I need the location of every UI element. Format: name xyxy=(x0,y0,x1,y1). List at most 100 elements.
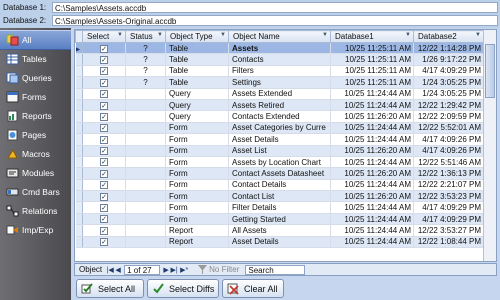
row-selector[interactable] xyxy=(75,122,83,135)
checkbox[interactable]: ✓ xyxy=(100,101,108,110)
row-selector[interactable] xyxy=(75,110,83,123)
select-checkbox[interactable]: ✓ xyxy=(82,53,126,66)
row-selector[interactable] xyxy=(75,213,83,226)
checkbox[interactable]: ✓ xyxy=(100,181,108,190)
checkbox[interactable]: ✓ xyxy=(100,215,108,224)
row-selector[interactable] xyxy=(75,145,83,157)
select-checkbox[interactable]: ✓ xyxy=(82,179,126,192)
checkbox[interactable]: ✓ xyxy=(100,44,108,53)
current-record-field[interactable]: 1 of 27 xyxy=(124,264,161,275)
sidebar-item-forms[interactable]: Forms xyxy=(0,87,71,107)
row-selector[interactable] xyxy=(75,190,83,203)
checkbox[interactable]: ✓ xyxy=(100,90,108,99)
table-row[interactable]: ✓ Report Asset Details 10/25 11:24:44 AM 12/… xyxy=(75,236,484,249)
row-selector[interactable]: ▶ xyxy=(75,42,83,55)
select-checkbox[interactable]: ✓ xyxy=(82,110,126,123)
row-selector[interactable] xyxy=(75,236,83,249)
select-all-button[interactable]: Select All xyxy=(76,279,144,298)
checkbox[interactable]: ✓ xyxy=(100,192,108,201)
select-checkbox[interactable]: ✓ xyxy=(82,213,126,226)
select-checkbox[interactable]: ✓ xyxy=(82,122,126,135)
checkbox[interactable]: ✓ xyxy=(100,238,108,247)
row-selector[interactable] xyxy=(75,167,83,180)
row-selector[interactable] xyxy=(75,53,83,66)
checkbox[interactable]: ✓ xyxy=(100,78,108,87)
row-selector[interactable] xyxy=(75,179,83,192)
table-row[interactable]: ✓? Table Contacts 10/25 11:25:11 AM 1/26 9:1… xyxy=(75,53,484,66)
row-selector[interactable] xyxy=(75,88,83,100)
sidebar-item-queries[interactable]: Queries xyxy=(0,68,71,88)
row-selector[interactable] xyxy=(75,156,83,169)
checkbox[interactable]: ✓ xyxy=(100,124,108,133)
table-row[interactable]: ✓ Report All Assets 10/25 11:24:44 AM 12/22 … xyxy=(75,224,484,237)
select-checkbox[interactable]: ✓ xyxy=(82,156,126,169)
select-checkbox[interactable]: ✓ xyxy=(82,42,126,55)
select-checkbox[interactable]: ✓ xyxy=(82,99,126,112)
table-row[interactable]: ✓ Form Contact Details 10/25 11:24:44 AM 12/… xyxy=(75,179,484,192)
select-checkbox[interactable]: ✓ xyxy=(82,145,126,157)
sidebar-item-modules[interactable]: Modules xyxy=(0,163,71,183)
checkbox[interactable]: ✓ xyxy=(100,135,108,144)
checkbox[interactable]: ✓ xyxy=(100,67,108,76)
select-checkbox[interactable]: ✓ xyxy=(82,190,126,203)
table-row[interactable]: ✓? Table Filters 10/25 11:25:11 AM 4/17 4:09… xyxy=(75,65,484,78)
column-header-object-type[interactable]: Object Type ▼ xyxy=(165,30,229,43)
checkbox[interactable]: ✓ xyxy=(100,169,108,178)
row-selector[interactable] xyxy=(75,201,83,214)
sidebar-item-tables[interactable]: Tables xyxy=(0,49,71,69)
table-row[interactable]: ✓ Form Assets by Location Chart 10/25 11:24… xyxy=(75,156,484,169)
sidebar-item-cmd-bars[interactable]: Cmd Bars xyxy=(0,182,71,202)
column-header-database2[interactable]: Database2 ▼ xyxy=(413,30,484,43)
checkbox[interactable]: ✓ xyxy=(100,204,108,213)
table-row[interactable]: ▶ ✓? Table Assets 10/25 11:25:11 AM 12/22 1:1… xyxy=(75,42,484,55)
table-row[interactable]: ✓? Table Settings 10/25 11:25:11 AM 1/24 3:0… xyxy=(75,76,484,89)
checkbox[interactable]: ✓ xyxy=(100,112,108,121)
search-input[interactable]: Search xyxy=(245,264,306,275)
first-record-button[interactable]: |◀ xyxy=(106,266,114,274)
vertical-scrollbar[interactable] xyxy=(483,30,496,261)
select-checkbox[interactable]: ✓ xyxy=(82,236,126,249)
sidebar-item-imp-exp[interactable]: Imp/Exp xyxy=(0,220,71,240)
select-checkbox[interactable]: ✓ xyxy=(82,88,126,100)
column-header-database1[interactable]: Database1 ▼ xyxy=(330,30,414,43)
checkbox[interactable]: ✓ xyxy=(100,158,108,167)
sidebar-item-relations[interactable]: Relations xyxy=(0,201,71,221)
new-record-button[interactable]: ▶* xyxy=(178,266,190,274)
select-checkbox[interactable]: ✓ xyxy=(82,133,126,146)
sidebar-item-macros[interactable]: Macros xyxy=(0,144,71,164)
column-header-object-name[interactable]: Object Name ▼ xyxy=(228,30,331,43)
column-header-select[interactable]: Select ▼ xyxy=(82,30,126,43)
checkbox[interactable]: ✓ xyxy=(100,147,108,156)
column-header-status[interactable]: Status ▼ xyxy=(125,30,166,43)
table-row[interactable]: ✓ Query Assets Extended 10/25 11:24:44 AM 1/… xyxy=(75,88,484,100)
select-checkbox[interactable]: ✓ xyxy=(82,76,126,89)
select-checkbox[interactable]: ✓ xyxy=(82,224,126,237)
next-record-button[interactable]: ▶ xyxy=(162,266,170,274)
previous-record-button[interactable]: ◀ xyxy=(114,266,122,274)
select-checkbox[interactable]: ✓ xyxy=(82,65,126,78)
database2-path-field[interactable]: C:\Samples\Assets-Original.accdb xyxy=(52,15,498,26)
row-selector[interactable] xyxy=(75,65,83,78)
table-row[interactable]: ✓ Form Getting Started 10/25 11:24:44 AM 4/1… xyxy=(75,213,484,226)
sidebar-item-all[interactable]: All xyxy=(0,30,71,50)
checkbox[interactable]: ✓ xyxy=(100,226,108,235)
row-selector[interactable] xyxy=(75,224,83,237)
row-selector-header[interactable] xyxy=(75,30,83,43)
last-record-button[interactable]: ▶| xyxy=(170,266,178,274)
table-row[interactable]: ✓ Query Assets Retired 10/25 11:24:44 AM 12/… xyxy=(75,99,484,112)
row-selector[interactable] xyxy=(75,76,83,89)
table-row[interactable]: ✓ Form Asset Categories by Curre 10/25 11:2… xyxy=(75,122,484,135)
table-row[interactable]: ✓ Form Filter Details 10/25 11:24:44 AM 4/17… xyxy=(75,201,484,214)
table-row[interactable]: ✓ Form Contact List 10/25 11:26:20 AM 12/22 … xyxy=(75,190,484,203)
row-selector[interactable] xyxy=(75,99,83,112)
sidebar-item-pages[interactable]: Pages xyxy=(0,125,71,145)
table-row[interactable]: ✓ Query Contacts Extended 10/25 11:26:20 AM… xyxy=(75,110,484,123)
select-checkbox[interactable]: ✓ xyxy=(82,201,126,214)
table-row[interactable]: ✓ Form Asset Details 10/25 11:24:44 AM 4/17 … xyxy=(75,133,484,146)
database1-path-field[interactable]: C:\Samples\Assets.accdb xyxy=(52,2,498,13)
select-diffs-button[interactable]: Select Diffs xyxy=(147,279,219,298)
table-row[interactable]: ✓ Form Contact Assets Datasheet 10/25 11:26… xyxy=(75,167,484,180)
scrollbar-thumb[interactable] xyxy=(485,44,495,98)
sidebar-item-reports[interactable]: Reports xyxy=(0,106,71,126)
row-selector[interactable] xyxy=(75,133,83,146)
